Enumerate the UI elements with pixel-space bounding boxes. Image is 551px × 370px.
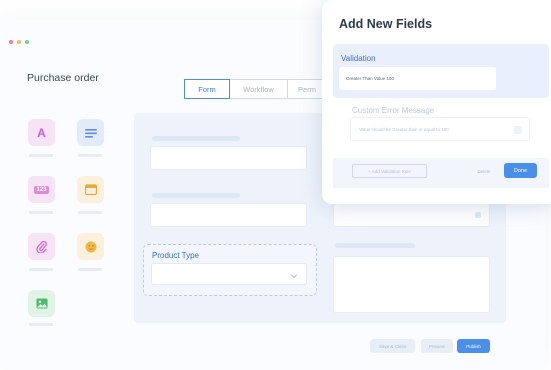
field-label-placeholder: [152, 193, 240, 198]
add-validation-rule-button[interactable]: + Add Validation Rule: [352, 164, 427, 178]
save-close-button[interactable]: Save & Close: [370, 339, 415, 353]
product-type-field[interactable]: Product Type: [143, 244, 317, 296]
window-controls: [9, 40, 29, 44]
image-icon: [28, 290, 55, 317]
validation-rule-input[interactable]: Greater Than Value 100: [339, 67, 496, 90]
product-type-label: Product Type: [152, 251, 199, 260]
form-field-input[interactable]: [150, 203, 307, 227]
paperclip-icon: [28, 233, 55, 260]
palette-caption: [78, 268, 102, 271]
delete-button[interactable]: Delete: [470, 164, 498, 178]
panel-footer: + Add Validation Rule Delete Done: [333, 158, 549, 188]
number-icon: 123: [34, 185, 49, 194]
palette-date-field[interactable]: [77, 176, 104, 203]
palette-caption: [29, 268, 53, 271]
minimize-dot[interactable]: [17, 40, 21, 44]
page-title: Purchase order: [27, 72, 99, 84]
panel-title: Add New Fields: [339, 17, 433, 31]
palette-caption: [29, 211, 53, 214]
custom-error-input[interactable]: Value should be Greater than or equal to…: [350, 117, 530, 141]
palette-caption: [29, 323, 53, 326]
validation-section: Validation Greater Than Value 100: [333, 44, 549, 98]
close-dot[interactable]: [9, 40, 13, 44]
emoji-icon: [77, 233, 104, 260]
field-label-placeholder: [152, 136, 240, 141]
field-label-placeholder: [335, 243, 415, 248]
palette-caption: [78, 154, 102, 157]
form-field-input[interactable]: [150, 146, 307, 170]
palette-paragraph-field[interactable]: [77, 119, 104, 146]
maximize-dot[interactable]: [25, 40, 29, 44]
palette-caption: [78, 211, 102, 214]
custom-error-text: Value should be Greater than or equal to…: [359, 126, 449, 132]
field-toggle[interactable]: [475, 212, 481, 218]
tab-permissions[interactable]: Perm: [287, 79, 327, 99]
palette-image-field[interactable]: [28, 290, 55, 317]
preview-button[interactable]: Preview: [421, 339, 453, 353]
product-type-select[interactable]: [151, 263, 307, 285]
form-field-input[interactable]: [333, 203, 490, 227]
add-new-fields-panel: Add New Fields Validation Greater Than V…: [322, 0, 551, 204]
letter-a-icon: A: [37, 125, 46, 140]
tab-workflow[interactable]: Workflow: [229, 79, 288, 99]
palette-text-field[interactable]: A: [28, 119, 55, 146]
checkbox-icon[interactable]: [514, 126, 522, 134]
calendar-icon: [77, 176, 104, 203]
palette-attachment-field[interactable]: [28, 233, 55, 260]
chevron-down-icon: [289, 268, 299, 286]
builder-tabs: Form Workflow Perm: [184, 79, 327, 99]
publish-button[interactable]: Publish: [457, 339, 490, 353]
custom-error-label: Custom Error Message: [352, 106, 435, 115]
screen: Purchase order A 123 Form Workflow Perm …: [0, 0, 551, 370]
form-textarea[interactable]: [333, 256, 490, 313]
paragraph-lines-icon: [77, 119, 104, 146]
palette-number-field[interactable]: 123: [28, 176, 55, 203]
validation-label: Validation: [341, 54, 376, 63]
palette-emoji-field[interactable]: [77, 233, 104, 260]
palette-caption: [29, 154, 53, 157]
done-button[interactable]: Done: [504, 163, 537, 178]
tab-form[interactable]: Form: [184, 79, 230, 99]
